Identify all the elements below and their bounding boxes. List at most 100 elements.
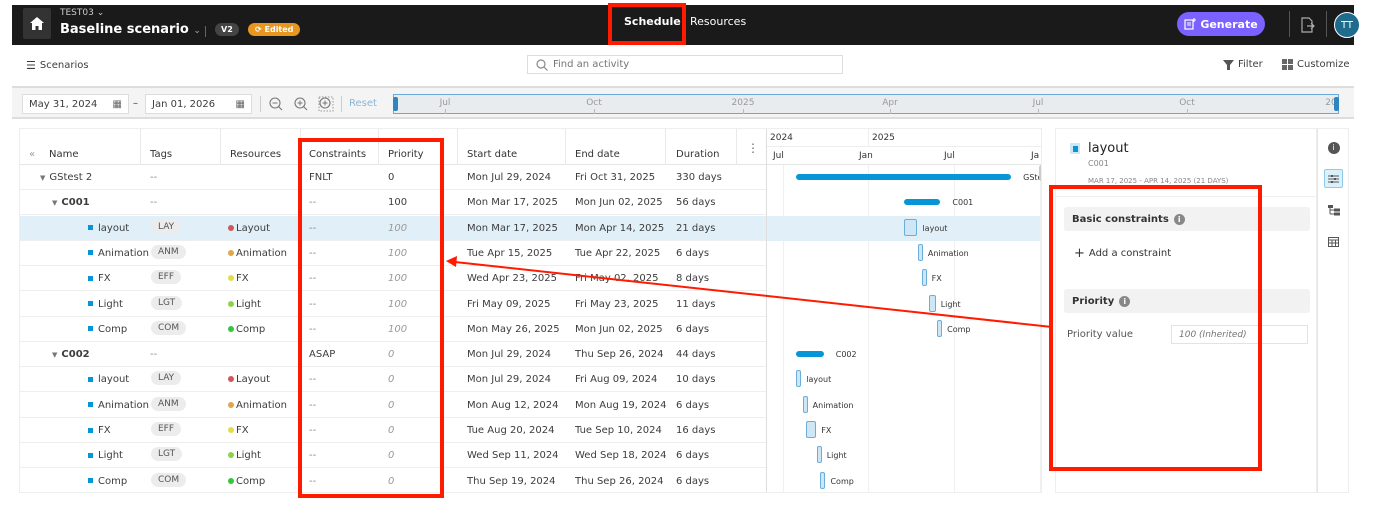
column-header-name[interactable]: Name	[49, 149, 79, 160]
row-name[interactable]: ▼ C002	[52, 349, 90, 360]
row-resource[interactable]: Layout	[228, 223, 270, 234]
scenario-selector[interactable]: Baseline scenario ⌄	[60, 22, 201, 37]
timeline-range-slider[interactable]: Jul Oct 2025 Apr Jul Oct 20	[393, 94, 1339, 114]
row-start-date[interactable]: Mon Mar 17, 2025	[467, 223, 558, 234]
row-tag[interactable]: COM	[151, 320, 187, 335]
properties-panel-button[interactable]	[1324, 169, 1343, 188]
row-duration[interactable]: 10 days	[676, 374, 716, 385]
column-divider[interactable]	[378, 129, 379, 165]
table-row[interactable]: FX EFF FX -- 100 Wed Apr 23, 2025 Fri May 02, …	[20, 266, 766, 292]
priority-value-input[interactable]	[1171, 325, 1308, 344]
row-end-date[interactable]: Fri Aug 09, 2024	[575, 374, 657, 385]
end-date-field[interactable]: Jan 01, 2026 ▦	[145, 94, 252, 114]
row-priority[interactable]: 0	[388, 374, 394, 385]
row-start-date[interactable]: Mon Mar 17, 2025	[467, 197, 558, 208]
row-resource[interactable]: FX	[228, 273, 249, 284]
row-end-date[interactable]: Mon Aug 19, 2024	[575, 400, 667, 411]
caret-down-icon[interactable]: ▼	[52, 199, 57, 207]
row-name[interactable]: ▼ GStest 2	[40, 172, 92, 183]
gantt-task-bar[interactable]	[929, 294, 936, 312]
row-name[interactable]: layout	[88, 223, 129, 234]
row-end-date[interactable]: Tue Apr 22, 2025	[575, 248, 660, 259]
row-priority[interactable]: 100	[388, 324, 407, 335]
gantt-task-bar[interactable]	[921, 269, 927, 287]
row-resource[interactable]: Comp	[228, 324, 265, 335]
row-duration[interactable]: 11 days	[676, 299, 716, 310]
row-end-date[interactable]: Fri Oct 31, 2025	[575, 172, 655, 183]
collapse-all-icon[interactable]: «	[29, 149, 35, 160]
row-start-date[interactable]: Thu Sep 19, 2024	[467, 476, 556, 487]
table-row[interactable]: Comp COM Comp -- 100 Mon May 26, 2025 Mon Jun …	[20, 317, 766, 342]
row-end-date[interactable]: Mon Jun 02, 2025	[575, 197, 663, 208]
row-tag[interactable]: COM	[151, 472, 187, 487]
zoom-in-icon[interactable]	[293, 96, 309, 112]
row-duration[interactable]: 6 days	[676, 400, 709, 411]
row-start-date[interactable]: Mon Jul 29, 2024	[467, 349, 551, 360]
edited-badge[interactable]: ⟳ Edited	[248, 23, 301, 36]
row-duration[interactable]: 56 days	[676, 197, 716, 208]
caret-down-icon[interactable]: ▼	[40, 174, 45, 182]
row-constraint[interactable]: --	[309, 248, 316, 259]
row-name[interactable]: layout	[88, 374, 129, 385]
hierarchy-panel-button[interactable]	[1324, 201, 1343, 220]
row-constraint[interactable]: --	[309, 273, 316, 284]
table-row[interactable]: layout LAY Layout -- 100 Mon Mar 17, 2025 Mon …	[20, 215, 766, 241]
reset-button[interactable]: Reset	[349, 98, 377, 109]
row-end-date[interactable]: Fri May 02, 2025	[575, 273, 658, 284]
row-priority[interactable]: 100	[388, 299, 407, 310]
row-name[interactable]: Light	[88, 299, 123, 310]
home-button[interactable]	[23, 8, 51, 39]
row-tag[interactable]: LGT	[151, 447, 183, 462]
caret-down-icon[interactable]: ▼	[52, 351, 57, 359]
gantt-summary-bar[interactable]	[796, 174, 1012, 180]
row-constraint[interactable]: --	[309, 324, 316, 335]
row-constraint[interactable]: ASAP	[309, 349, 335, 360]
row-name[interactable]: Comp	[88, 476, 127, 487]
row-priority[interactable]: 100	[388, 273, 407, 284]
row-end-date[interactable]: Fri May 23, 2025	[575, 299, 658, 310]
row-name[interactable]: ▼ C001	[52, 197, 90, 208]
column-divider[interactable]	[736, 129, 737, 165]
row-priority[interactable]: 0	[388, 425, 394, 436]
row-constraint[interactable]: --	[309, 425, 316, 436]
row-end-date[interactable]: Tue Sep 10, 2024	[575, 425, 662, 436]
search-box[interactable]	[527, 55, 843, 74]
export-button[interactable]	[1297, 14, 1319, 36]
row-priority[interactable]: 100	[388, 223, 407, 234]
row-tag[interactable]: EFF	[151, 270, 182, 285]
gantt-task-bar[interactable]	[806, 421, 817, 438]
version-badge[interactable]: V2	[215, 23, 239, 36]
row-priority[interactable]: 0	[388, 450, 394, 461]
column-divider[interactable]	[140, 129, 141, 165]
table-row[interactable]: FX EFF FX -- 0 Tue Aug 20, 2024 Tue Sep 10, 20…	[20, 418, 766, 443]
user-avatar[interactable]: TT	[1334, 12, 1360, 38]
column-header-duration[interactable]: Duration	[676, 149, 719, 160]
column-divider[interactable]	[665, 129, 666, 165]
row-start-date[interactable]: Fri May 09, 2025	[467, 299, 550, 310]
row-duration[interactable]: 6 days	[676, 324, 709, 335]
table-row[interactable]: Animation ANM Animation -- 0 Mon Aug 12, 2024…	[20, 393, 766, 418]
row-end-date[interactable]: Mon Apr 14, 2025	[575, 223, 664, 234]
row-tag[interactable]: LGT	[151, 295, 183, 310]
row-start-date[interactable]: Wed Apr 23, 2025	[467, 273, 557, 284]
row-resource[interactable]: Layout	[228, 374, 270, 385]
row-priority[interactable]: 0	[388, 349, 394, 360]
row-duration[interactable]: 44 days	[676, 349, 716, 360]
row-name[interactable]: FX	[88, 425, 111, 436]
row-name[interactable]: Comp	[88, 324, 127, 335]
row-start-date[interactable]: Tue Apr 15, 2025	[467, 248, 552, 259]
project-selector[interactable]: TEST03 ⌄	[60, 8, 104, 18]
generate-button[interactable]: Generate	[1177, 12, 1265, 36]
row-priority[interactable]: 100	[388, 197, 407, 208]
gantt-task-bar[interactable]	[937, 319, 943, 337]
row-start-date[interactable]: Mon Jul 29, 2024	[467, 172, 551, 183]
table-row[interactable]: ▼ C002 -- ASAP 0 Mon Jul 29, 2024 Thu Sep 26, …	[20, 342, 766, 368]
column-divider[interactable]	[457, 129, 458, 165]
gantt-task-bar[interactable]	[904, 218, 918, 236]
start-date-field[interactable]: May 31, 2024 ▦	[22, 94, 129, 114]
gantt-summary-bar[interactable]	[904, 199, 941, 206]
column-divider[interactable]	[300, 129, 301, 165]
row-name[interactable]: Light	[88, 450, 123, 461]
range-start-handle[interactable]	[393, 97, 398, 111]
priority-section[interactable]: Priority i	[1064, 289, 1310, 313]
